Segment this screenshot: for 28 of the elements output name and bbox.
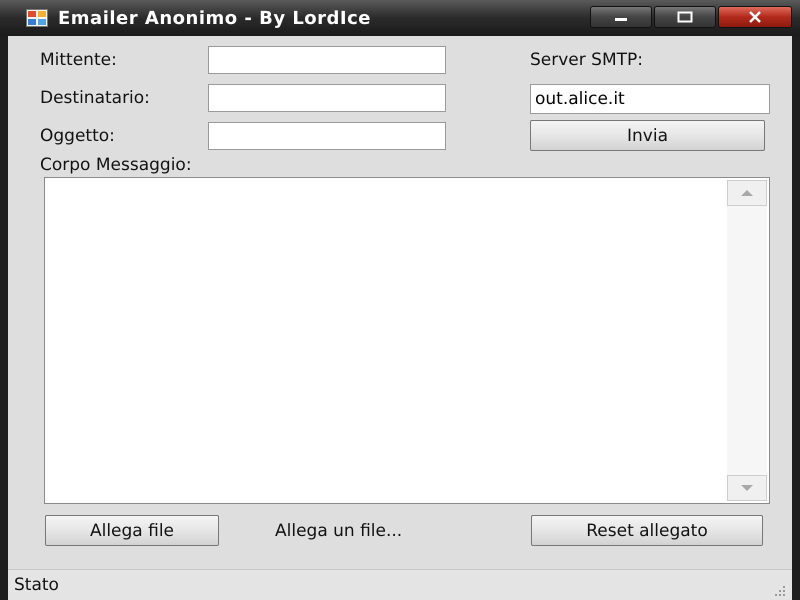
resize-grip-icon[interactable]	[774, 585, 786, 597]
field-label: Mittente:	[40, 50, 118, 70]
field-label: Server SMTP:	[530, 49, 644, 72]
down-arrow-icon	[741, 485, 753, 491]
message-field[interactable]	[44, 177, 770, 504]
input-field[interactable]	[208, 84, 446, 112]
scroll-down-button[interactable]	[727, 475, 767, 501]
server-field[interactable]: out.alice.it	[530, 84, 770, 114]
field-label: Oggetto:	[40, 126, 116, 146]
maximize-button[interactable]	[654, 6, 716, 28]
attach-button[interactable]: Allega file	[45, 515, 219, 546]
input-field[interactable]	[208, 46, 446, 74]
field-label: Corpo Messaggio:	[40, 155, 193, 177]
status-text: Stato	[14, 575, 59, 595]
window-title: Emailer Anonimo - By LordIce	[58, 8, 372, 28]
scroll-up-button[interactable]	[727, 180, 767, 206]
app-icon	[26, 9, 48, 27]
close-button[interactable]	[718, 6, 792, 28]
maximize-icon	[677, 11, 693, 23]
close-icon	[747, 11, 763, 23]
field-label: Destinatario:	[40, 88, 151, 108]
send-button[interactable]: Invia	[530, 120, 765, 151]
attachment-status: Allega un file...	[275, 520, 404, 540]
reset-button[interactable]: Reset allegato	[531, 515, 763, 546]
minimize-button[interactable]	[590, 6, 652, 28]
up-arrow-icon	[741, 190, 753, 196]
scrollbar[interactable]	[727, 180, 767, 501]
input-field[interactable]	[208, 122, 446, 150]
